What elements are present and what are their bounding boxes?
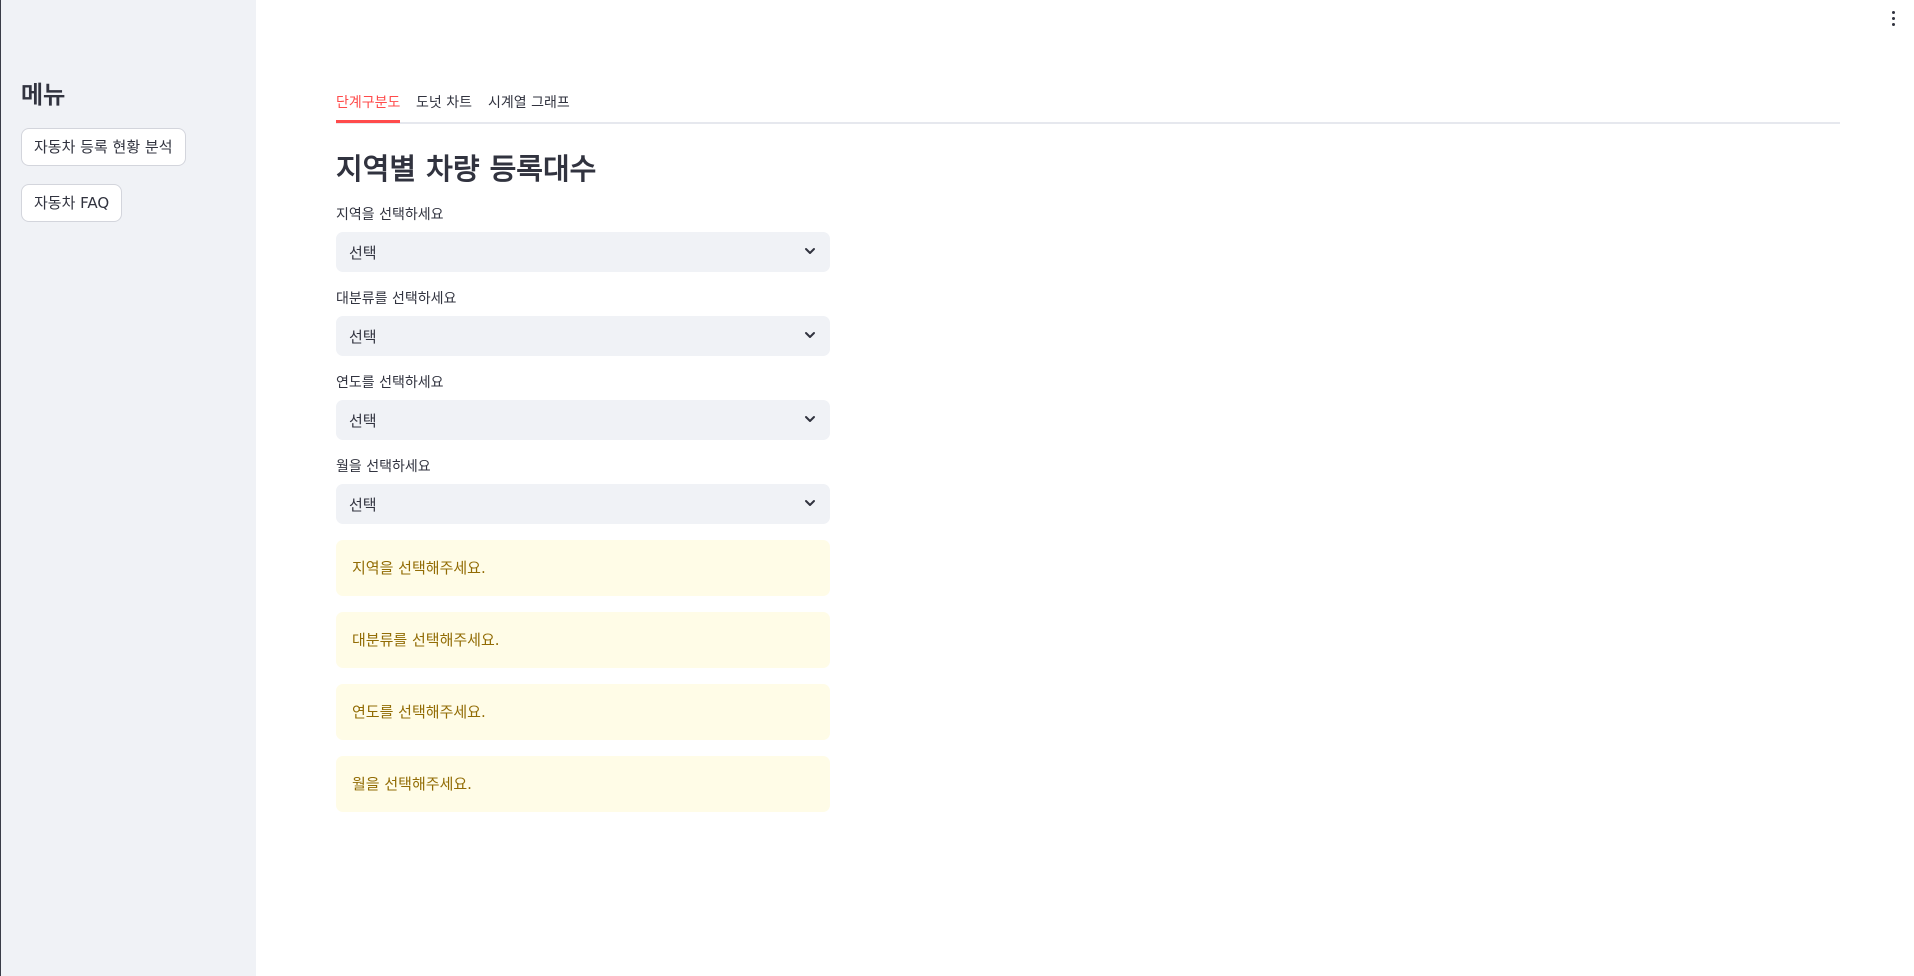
year-select-value: 선택 [349, 412, 377, 430]
chevron-down-icon [805, 332, 815, 338]
sidebar-title: 메뉴 [21, 81, 66, 109]
tab-donut-chart[interactable]: 도넛 차트 [416, 92, 472, 124]
region-select-value: 선택 [349, 244, 377, 262]
category-select[interactable]: 선택 [336, 316, 830, 356]
active-tab-indicator [336, 120, 400, 123]
warning-alert: 월을 선택해주세요. [336, 756, 830, 812]
app-window: 메뉴 자동차 등록 현황 분석 자동차 FAQ 단계구분도 도넛 차트 시계열 … [0, 0, 1914, 976]
region-select[interactable]: 선택 [336, 232, 830, 272]
month-select-label: 월을 선택하세요 [336, 459, 431, 475]
chevron-down-icon [805, 416, 815, 422]
category-select-value: 선택 [349, 328, 377, 346]
year-select-label: 연도를 선택하세요 [336, 375, 444, 391]
car-faq-button[interactable]: 자동차 FAQ [21, 184, 123, 222]
car-registration-analysis-button[interactable]: 자동차 등록 현황 분석 [21, 128, 186, 166]
month-select[interactable]: 선택 [336, 484, 830, 524]
warning-alert: 지역을 선택해주세요. [336, 540, 830, 596]
chevron-down-icon [805, 248, 815, 254]
sidebar: 메뉴 자동차 등록 현황 분석 자동차 FAQ [0, 0, 256, 976]
warning-text: 월을 선택해주세요. [352, 775, 472, 793]
vertical-ellipsis-icon[interactable] [1886, 8, 1900, 28]
chevron-down-icon [805, 500, 815, 506]
tab-bar: 단계구분도 도넛 차트 시계열 그래프 [336, 86, 1840, 124]
warning-text: 연도를 선택해주세요. [352, 703, 486, 721]
month-select-value: 선택 [349, 496, 377, 514]
category-select-label: 대분류를 선택하세요 [336, 291, 457, 307]
warning-text: 대분류를 선택해주세요. [352, 631, 500, 649]
warning-alert: 연도를 선택해주세요. [336, 684, 830, 740]
main-content: 단계구분도 도넛 차트 시계열 그래프 지역별 차량 등록대수 지역을 선택하세… [336, 0, 1840, 976]
page-title: 지역별 차량 등록대수 [336, 152, 597, 186]
year-select[interactable]: 선택 [336, 400, 830, 440]
region-select-label: 지역을 선택하세요 [336, 207, 444, 223]
warning-alert: 대분류를 선택해주세요. [336, 612, 830, 668]
warning-text: 지역을 선택해주세요. [352, 559, 486, 577]
tab-time-series[interactable]: 시계열 그래프 [488, 92, 570, 124]
